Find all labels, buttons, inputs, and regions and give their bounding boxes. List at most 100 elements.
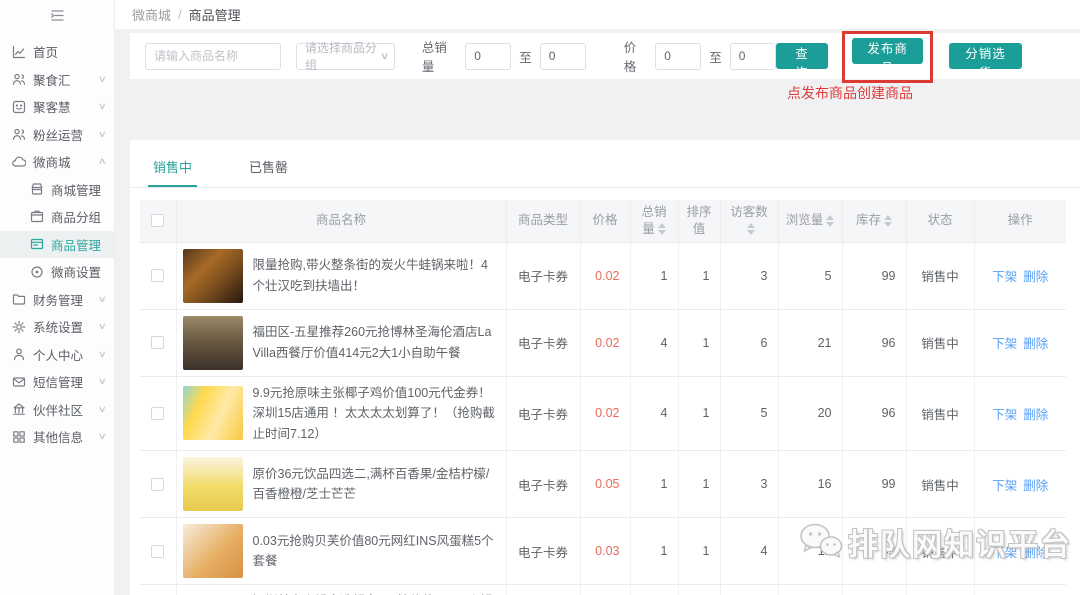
stock-cell: 96 [842, 376, 906, 451]
table-row: 9.9元抢原味主张椰子鸡价值100元代金券！深圳15店通用 ！太太太太划算了！（… [140, 376, 1066, 451]
take-down-link[interactable]: 下架 [992, 270, 1017, 284]
sidebar-item-partner[interactable]: 伙伴社区∨ [0, 396, 114, 424]
users-icon [12, 72, 26, 86]
row-checkbox-cell [140, 376, 176, 451]
row-checkbox-cell [140, 451, 176, 518]
header-total-sales[interactable]: 总销量 [630, 200, 678, 242]
sidebar-item-personal[interactable]: 个人中心∨ [0, 341, 114, 369]
status-cell: 销售中 [906, 518, 974, 585]
operations-cell: 下架删除 [974, 309, 1066, 376]
sidebar-item-other[interactable]: 其他信息 ∨ [0, 423, 114, 451]
sales-max-input[interactable] [540, 43, 586, 70]
sidebar-item-label: 系统设置 [33, 317, 83, 336]
take-down-link[interactable]: 下架 [992, 337, 1017, 351]
distribution-select-button[interactable]: 分销选货 [949, 43, 1022, 69]
user-icon [12, 347, 26, 361]
product-name: 9.9元抢原味主张椰子鸡价值100元代金券！深圳15店通用 ！太太太太划算了！（… [253, 383, 500, 445]
tab-on-sale[interactable]: 销售中 [148, 157, 197, 187]
product-name-input[interactable] [145, 43, 281, 70]
row-checkbox[interactable] [151, 269, 164, 282]
sidebar-item-product-manage[interactable]: 商品管理 [0, 231, 114, 259]
sort-value-cell: 1 [678, 376, 720, 451]
header-views[interactable]: 浏览量 [778, 200, 842, 242]
delete-link[interactable]: 删除 [1023, 479, 1048, 493]
table-row: 0.03元抢购贝芙价值80元网红INS风蛋糕5个套餐 电子卡券 0.03 1 1… [140, 518, 1066, 585]
sort-icon[interactable] [747, 223, 755, 235]
sort-value-cell: 1 [678, 309, 720, 376]
annotation-text: 点发布商品创建商品 [787, 83, 913, 103]
price-max-input[interactable] [730, 43, 776, 70]
row-checkbox[interactable] [151, 407, 164, 420]
publish-product-button[interactable]: 发布商品 [852, 38, 923, 64]
sales-min-input[interactable] [465, 43, 511, 70]
product-name-cell: 原价36元饮品四选二,满杯百香果/金桔柠檬/百香橙橙/芝士芒芒 [176, 451, 506, 518]
row-checkbox[interactable] [151, 478, 164, 491]
sidebar-item-jushihui[interactable]: 聚食汇∨ [0, 66, 114, 94]
breadcrumb-current: 商品管理 [189, 5, 241, 24]
collapse-sidebar-icon[interactable] [0, 0, 114, 30]
delete-link[interactable]: 删除 [1023, 546, 1048, 560]
delete-link[interactable]: 删除 [1023, 337, 1048, 351]
tab-sold-out[interactable]: 已售罄 [244, 157, 293, 187]
query-button[interactable]: 查 询 [776, 43, 829, 69]
delete-link[interactable]: 删除 [1023, 270, 1048, 284]
sidebar: 首页 聚食汇∨ 聚客慧∨ 粉丝运营∨ 微商城∧ 商城管理 商品分组 商品管理 微… [0, 0, 115, 595]
fans-icon [12, 127, 26, 141]
visitors-cell: 3 [720, 242, 778, 309]
price-label: 价格 [624, 37, 648, 75]
chevron-down-icon: ∨ [98, 431, 107, 442]
header-operations: 操作 [974, 200, 1066, 242]
sidebar-item-label: 首页 [33, 42, 58, 61]
smile-icon [12, 100, 26, 114]
sidebar-item-finance[interactable]: 财务管理∨ [0, 286, 114, 314]
sidebar-item-label: 粉丝运营 [33, 125, 83, 144]
sidebar-item-weimall[interactable]: 微商城∧ [0, 148, 114, 176]
header-price: 价格 [580, 200, 630, 242]
price-min-input[interactable] [655, 43, 701, 70]
sidebar-item-mall-manage[interactable]: 商城管理 [0, 176, 114, 204]
header-visitors[interactable]: 访客数 [720, 200, 778, 242]
chevron-down-icon: ∨ [98, 101, 107, 112]
delete-link[interactable]: 删除 [1023, 408, 1048, 422]
target-icon [30, 265, 44, 279]
sidebar-item-product-group[interactable]: 商品分组 [0, 203, 114, 231]
sales-cell: 4 [630, 585, 678, 595]
price-cell: 0.05 [580, 451, 630, 518]
product-thumbnail [183, 316, 243, 370]
sort-icon[interactable] [884, 215, 892, 227]
sort-icon[interactable] [826, 215, 834, 227]
table-row: 限量抢购,带火整条街的炭火牛蛙锅来啦！4个壮汉吃到扶墙出！ 电子卡券 0.02 … [140, 242, 1066, 309]
take-down-link[interactable]: 下架 [992, 479, 1017, 493]
select-all-checkbox[interactable] [151, 214, 164, 227]
action-buttons: 查 询 发布商品 分销选货 [776, 38, 1080, 75]
product-thumbnail [183, 386, 243, 440]
row-checkbox[interactable] [151, 545, 164, 558]
row-checkbox[interactable] [151, 336, 164, 349]
visitors-cell: 3 [720, 451, 778, 518]
sidebar-item-label: 其他信息 [33, 427, 83, 446]
sidebar-menu: 首页 聚食汇∨ 聚客慧∨ 粉丝运营∨ 微商城∧ 商城管理 商品分组 商品管理 微… [0, 38, 114, 451]
sort-icon[interactable] [658, 223, 666, 235]
product-group-select[interactable]: 请选择商品分组 ∨ [296, 43, 395, 70]
breadcrumb-parent[interactable]: 微商城 [132, 5, 171, 24]
sidebar-item-system[interactable]: 系统设置∨ [0, 313, 114, 341]
header-stock[interactable]: 库存 [842, 200, 906, 242]
table-header-row: 商品名称 商品类型 价格 总销量 排序值 访客数 浏览量 库存 状态 操作 [140, 200, 1066, 242]
sort-value-cell: 1 [678, 585, 720, 595]
chevron-up-icon: ∧ [98, 156, 107, 167]
take-down-link[interactable]: 下架 [992, 546, 1017, 560]
sidebar-item-fans[interactable]: 粉丝运营∨ [0, 121, 114, 149]
product-type-cell: 电子卡券 [506, 518, 580, 585]
sidebar-item-jukehui[interactable]: 聚客慧∨ [0, 93, 114, 121]
filter-bar: 请选择商品分组 ∨ 总销量 至 价格 至 查 询 发布商品 分销选货 [130, 33, 1080, 79]
sidebar-item-home[interactable]: 首页 [0, 38, 114, 66]
mail-icon [12, 375, 26, 389]
take-down-link[interactable]: 下架 [992, 408, 1017, 422]
sidebar-item-weishop-settings[interactable]: 微商设置 [0, 258, 114, 286]
sidebar-item-sms[interactable]: 短信管理∨ [0, 368, 114, 396]
table-row: 原价36元饮品四选二,满杯百香果/金桔柠檬/百香橙橙/芝士芒芒 电子卡券 0.0… [140, 451, 1066, 518]
operations-cell: 下架删除 [974, 376, 1066, 451]
views-cell: 12 [778, 518, 842, 585]
product-type-cell: 电子卡券 [506, 376, 580, 451]
header-checkbox-cell [140, 200, 176, 242]
